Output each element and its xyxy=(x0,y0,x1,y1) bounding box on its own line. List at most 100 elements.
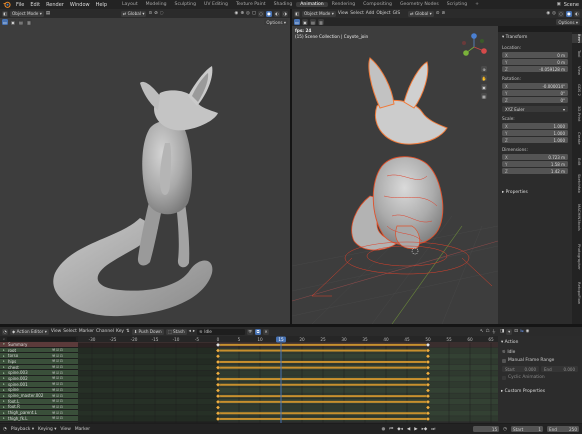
keyframe-grid[interactable]: -30 -25 -20 -15 -10 -5 0 5 10 15 20 25 30 35 40 45 50 55 6… xyxy=(78,336,498,423)
view-mode-dropdown[interactable]: ▾ xyxy=(506,328,513,335)
add-workspace-icon[interactable]: + xyxy=(471,2,483,7)
editor-type-icon[interactable]: ◧ xyxy=(2,10,8,17)
visibility-icon-right[interactable]: ◉ xyxy=(546,11,550,16)
sidebar-tab-create[interactable]: Create xyxy=(572,132,582,145)
sidebar-tab-gds2[interactable]: GDS 2 xyxy=(572,84,582,96)
shading-solid-icon[interactable]: ● xyxy=(266,10,272,17)
frame-end-field[interactable]: End 0.000 xyxy=(541,366,578,372)
gizmo-icon[interactable]: ⊕ xyxy=(240,11,244,16)
select-invert-icon[interactable]: ▥ xyxy=(26,19,32,25)
shading-material-icon[interactable]: ◐ xyxy=(274,10,280,17)
overlay-icon-right[interactable]: ◎ xyxy=(552,11,556,16)
menu-window[interactable]: Window xyxy=(67,2,93,8)
channel-search-input[interactable] xyxy=(7,336,76,341)
mode-dropdown-right[interactable]: Object Mode ▾ xyxy=(302,10,336,17)
menu-render[interactable]: Render xyxy=(43,2,67,8)
sidebar-tab-sketchfab[interactable]: Sketchfab xyxy=(572,174,582,193)
mode-dropdown[interactable]: Object Mode ▾ xyxy=(10,10,44,17)
left-3d-viewport[interactable] xyxy=(0,18,290,324)
menu-gis[interactable]: GIS xyxy=(393,11,400,16)
manual-frame-range-checkbox[interactable] xyxy=(502,358,506,363)
options-dropdown-right[interactable]: Options ▾ xyxy=(556,19,580,25)
shading-solid-icon-right[interactable]: ● xyxy=(566,10,572,17)
cyclic-row[interactable]: Cyclic Animation xyxy=(502,375,545,380)
scale-z-field[interactable]: Z 1.000 xyxy=(502,137,568,143)
blender-logo-icon[interactable] xyxy=(3,1,11,8)
record-icon[interactable]: ● xyxy=(381,427,385,432)
rotation-mode-dropdown[interactable]: XYZ Euler ▾ xyxy=(502,106,568,112)
tab-sculpting[interactable]: Sculpting xyxy=(171,2,200,7)
dopesheet-editor-icon[interactable]: ◔ xyxy=(2,328,8,335)
menu-view[interactable]: View xyxy=(338,11,348,16)
shading-rendered-icon[interactable]: ◑ xyxy=(282,10,288,17)
interpolation-icon[interactable]: ⇅ xyxy=(126,329,130,334)
prev-key-icon[interactable]: ◆◂ xyxy=(397,427,403,432)
tab-rendering[interactable]: Rendering xyxy=(328,2,359,7)
tab-modeling[interactable]: Modeling xyxy=(142,2,171,7)
proportional-edit-icon[interactable]: ◉ xyxy=(526,329,530,334)
tab-geometry-nodes[interactable]: Geometry Nodes xyxy=(396,2,443,7)
lock-icon[interactable]: ⊡ xyxy=(60,388,64,392)
rotation-y-field[interactable]: Y 0° xyxy=(502,90,568,96)
menu-edit[interactable]: Edit xyxy=(27,2,43,8)
tab-animation[interactable]: Animation xyxy=(296,2,328,7)
shading-material-icon-right[interactable]: ◐ xyxy=(574,10,580,17)
menu-select[interactable]: Select xyxy=(350,11,364,16)
sidebar-tab-photographer[interactable]: Photographer xyxy=(572,244,582,270)
play-icon[interactable]: ▶ xyxy=(414,427,417,432)
scene-selector[interactable]: Scene xyxy=(561,2,582,8)
action-name-field[interactable]: ⚟ Idle xyxy=(197,328,246,335)
location-z-field[interactable]: Z -0.059128 m xyxy=(502,66,568,72)
frame-end-input[interactable]: End 250 xyxy=(547,426,579,432)
filter-icon[interactable]: ⏚ xyxy=(492,329,496,335)
lock-icon[interactable]: ⊡ xyxy=(60,411,64,415)
lock-icon[interactable]: ⊡ xyxy=(60,394,64,398)
pan-hand-icon[interactable]: ✋ xyxy=(481,75,487,81)
visibility-icon[interactable]: ◉ xyxy=(234,11,238,16)
sidebar-tab-machin3tools[interactable]: MACHIN3tools xyxy=(572,204,582,231)
new-action-icon[interactable]: ⧉ xyxy=(255,328,262,335)
unlink-action-icon[interactable]: ✕ xyxy=(263,328,270,335)
lock-icon[interactable]: ⊡ xyxy=(60,416,64,420)
dimensions-y-field[interactable]: Y 1.58 m xyxy=(502,161,568,167)
editor-type-icon-right[interactable]: ◧ xyxy=(294,10,300,17)
ae-menu-key[interactable]: Key xyxy=(116,329,124,334)
prev-action-icon[interactable]: ◂ xyxy=(189,329,191,334)
ae-menu-channel[interactable]: Channel xyxy=(96,329,114,334)
push-down-button[interactable]: ⬇ Push Down xyxy=(131,328,164,335)
select-extend-icon[interactable]: ▣ xyxy=(10,19,16,25)
ae-menu-marker[interactable]: Marker xyxy=(79,329,94,334)
use-preview-range-icon[interactable]: ◷ xyxy=(503,427,507,432)
lock-icon[interactable]: ⊡ xyxy=(60,365,64,369)
xray-icon[interactable]: ▢ xyxy=(252,11,256,16)
ae-menu-select[interactable]: Select xyxy=(63,329,77,334)
tab-shading[interactable]: Shading xyxy=(270,2,297,7)
select-invert-icon-right[interactable]: ▥ xyxy=(318,19,324,25)
lock-icon[interactable]: ⊡ xyxy=(60,382,64,386)
lock-icon[interactable]: ⊡ xyxy=(60,405,64,409)
action-row[interactable]: ⚟ Idle xyxy=(502,349,578,355)
lock-icon[interactable]: ⊡ xyxy=(60,359,64,363)
ae-menu-view[interactable]: View xyxy=(51,329,61,334)
frame-start-input[interactable]: Start 1 xyxy=(511,426,543,432)
dimensions-x-field[interactable]: X 0.723 m xyxy=(502,154,568,160)
properties-section-header[interactable]: ▸ Properties xyxy=(502,190,528,195)
menu-file[interactable]: File xyxy=(13,2,27,8)
orientation-dropdown[interactable]: ⇄ Global ▾ xyxy=(120,10,147,17)
auto-key-icon[interactable]: ⇋ xyxy=(520,329,524,334)
play-reverse-icon[interactable]: ◀ xyxy=(407,427,410,432)
keyframe-area[interactable]: -30 -25 -20 -15 -10 -5 0 5 10 15 20 25 30 35 40 45 50 55 6… xyxy=(78,336,498,423)
cyclic-checkbox[interactable] xyxy=(502,375,506,380)
select-subtract-icon[interactable]: ▤ xyxy=(18,19,24,25)
menu-object[interactable]: Object xyxy=(376,11,390,16)
next-action-icon[interactable]: ▸ xyxy=(193,329,195,334)
snap-icon[interactable]: ⊘ xyxy=(154,11,158,16)
select-extend-icon-right[interactable]: ▣ xyxy=(302,19,308,25)
tab-layout[interactable]: Layout xyxy=(118,2,142,7)
snap-icon-right[interactable]: ⊘ xyxy=(441,11,445,16)
sidebar-tab-3dprint[interactable]: 3D-Print xyxy=(572,106,582,121)
ghost-icon[interactable]: ☖ xyxy=(486,329,490,334)
tab-uv-editing[interactable]: UV Editing xyxy=(200,2,232,7)
select-box-icon-right[interactable]: ▭ xyxy=(294,19,300,25)
select-box-icon[interactable]: ▭ xyxy=(2,19,8,25)
